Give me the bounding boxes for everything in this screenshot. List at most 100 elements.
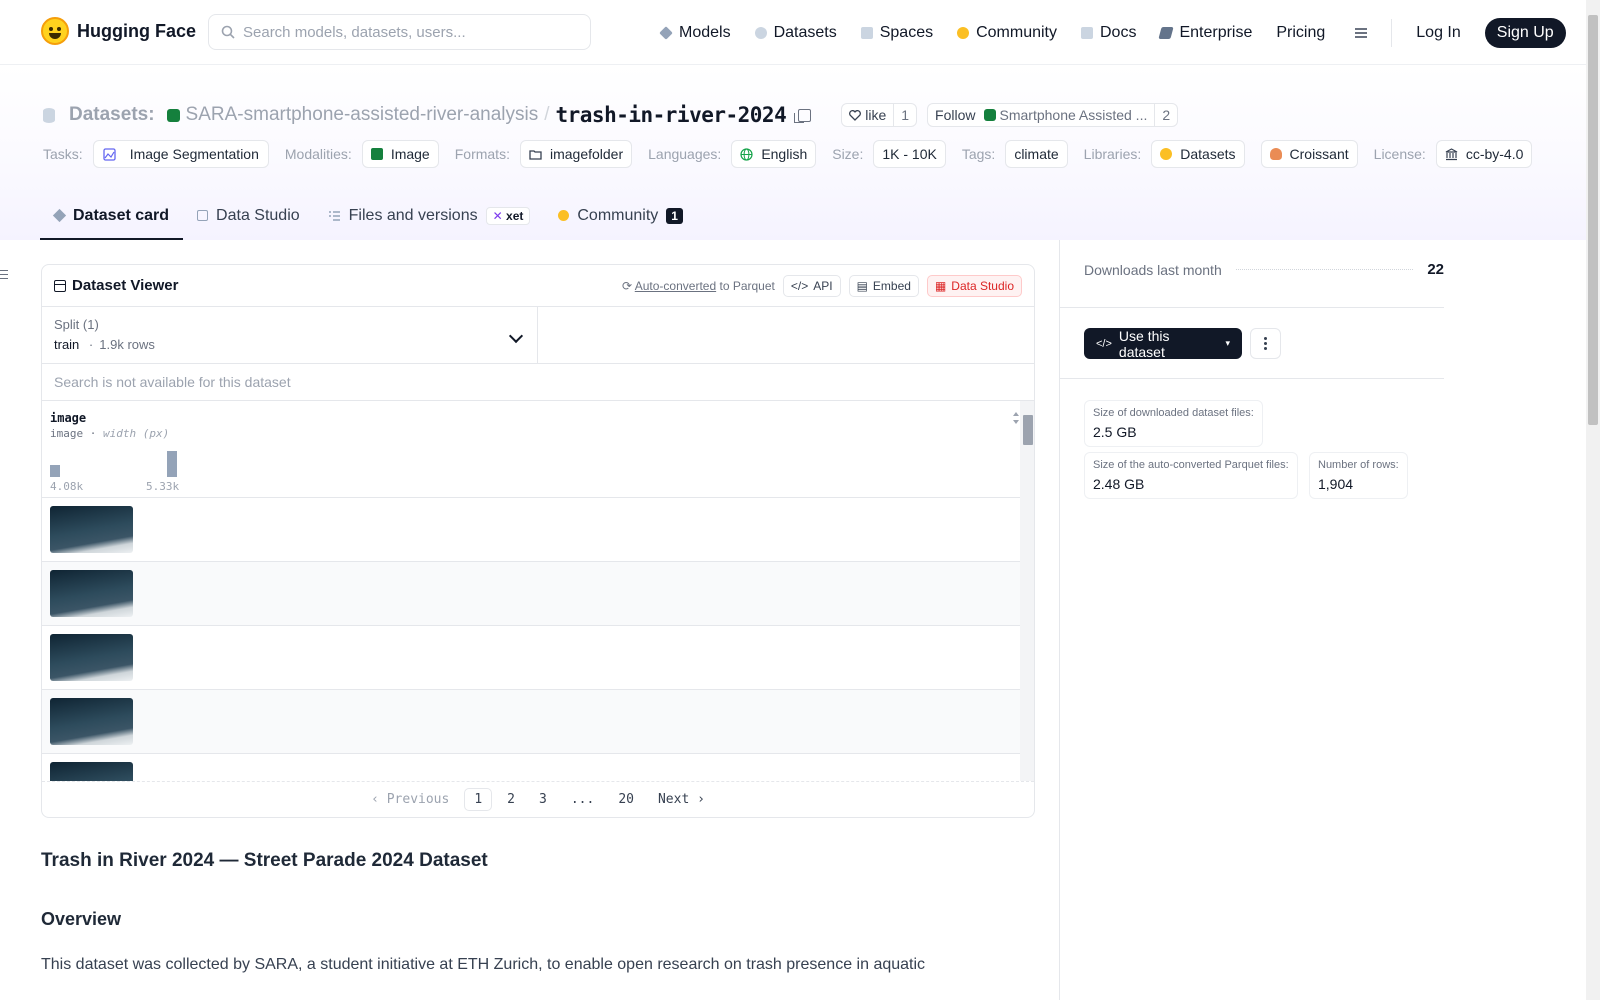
org-link[interactable]: SARA-smartphone-assisted-river-analysis (186, 104, 539, 126)
download-size-label: Size of downloaded dataset files: (1093, 407, 1254, 419)
previous-page-button[interactable]: ‹ Previous (362, 789, 458, 810)
histogram-bar[interactable] (167, 451, 177, 477)
data-studio-icon: ▦ (934, 278, 947, 293)
nav-divider (1391, 19, 1393, 47)
modality-tag[interactable]: Image (361, 140, 439, 168)
repo-tabs: Dataset card Data Studio Files and versi… (40, 193, 697, 240)
image-thumbnail[interactable] (50, 762, 133, 781)
repo-name: trash-in-river-2024 (555, 103, 787, 127)
libraries-label: Libraries: (1083, 146, 1142, 162)
nav-models[interactable]: Models (659, 24, 731, 42)
more-options-button[interactable] (1250, 328, 1281, 359)
sort-icon[interactable] (1012, 411, 1020, 425)
embed-icon: ▤ (856, 278, 868, 293)
climate-tag[interactable]: climate (1005, 140, 1068, 168)
size-tag[interactable]: 1K - 10K (873, 140, 946, 168)
page-3-button[interactable]: 3 (530, 789, 556, 810)
license-tag[interactable]: cc-by-4.0 (1435, 140, 1533, 168)
brand-logo-link[interactable]: Hugging Face (41, 17, 196, 45)
tab-files[interactable]: Files and versions ✕ xet (314, 193, 545, 240)
auto-converted-link[interactable]: Auto-converted (635, 279, 716, 293)
nav-spaces-label: Spaces (879, 24, 934, 41)
page-scrollbar-thumb[interactable] (1588, 15, 1598, 425)
tasks-label: Tasks: (43, 146, 83, 162)
table-row[interactable] (42, 498, 1034, 562)
more-menu-icon[interactable] (1349, 27, 1368, 39)
table-grid-icon (54, 279, 66, 292)
table-row[interactable] (42, 626, 1034, 690)
table-scrollbar[interactable] (1020, 401, 1034, 781)
tab-community[interactable]: Community 1 (544, 193, 697, 240)
like-button[interactable]: like 1 (841, 103, 918, 127)
page-1-button[interactable]: 1 (464, 788, 493, 811)
folder-icon (529, 149, 542, 160)
embed-button[interactable]: ▤ Embed (848, 274, 919, 297)
croissant-icon (1269, 148, 1282, 160)
histogram-min-label: 4.08k (50, 480, 84, 493)
search-box[interactable] (208, 14, 591, 50)
api-button[interactable]: </> API (782, 274, 841, 297)
dot-icon (1264, 347, 1267, 350)
page-scrollbar[interactable] (1586, 0, 1600, 1000)
column-name: image (50, 411, 87, 425)
repo-type-link[interactable]: Datasets: (69, 104, 155, 126)
nav-pricing[interactable]: Pricing (1276, 24, 1325, 42)
menu-line-icon (1355, 28, 1368, 30)
page-2-button[interactable]: 2 (498, 789, 524, 810)
tab-data-studio[interactable]: Data Studio (183, 193, 314, 240)
split-selector[interactable]: Split (1) train · 1.9k rows (42, 307, 538, 363)
histogram-bar[interactable] (50, 465, 60, 477)
nav-datasets[interactable]: Datasets (754, 24, 837, 42)
repo-title-row: Datasets: SARA-smartphone-assisted-river… (43, 103, 1179, 127)
nav-community[interactable]: Community (957, 24, 1057, 42)
format-tag[interactable]: imagefolder (519, 140, 633, 168)
models-icon (659, 26, 673, 40)
metadata-tags: Tasks: Image Segmentation Modalities: Im… (43, 140, 1540, 168)
chevron-down-icon: ▾ (1225, 338, 1230, 348)
image-thumbnail[interactable] (50, 570, 133, 617)
next-page-button[interactable]: Next › (649, 789, 714, 810)
nav-enterprise[interactable]: Enterprise (1158, 24, 1252, 42)
toggle-line-icon (0, 278, 8, 279)
side-divider (1060, 307, 1444, 308)
follow-button[interactable]: Follow Smartphone Assisted ... 2 (927, 103, 1179, 127)
scrollbar-thumb[interactable] (1023, 415, 1033, 445)
data-studio-button[interactable]: ▦ Data Studio (926, 274, 1022, 297)
table-row[interactable] (42, 690, 1034, 754)
license-tag-label: cc-by-4.0 (1465, 146, 1524, 162)
login-link[interactable]: Log In (1416, 24, 1460, 42)
page-20-button[interactable]: 20 (609, 789, 643, 810)
library-croissant-tag[interactable]: Croissant (1260, 140, 1358, 168)
formats-label: Formats: (454, 146, 510, 162)
image-thumbnail[interactable] (50, 634, 133, 681)
downloads-label: Downloads last month (1084, 261, 1222, 278)
dataset-icon (43, 107, 55, 123)
org-avatar (166, 108, 180, 122)
nav-docs[interactable]: Docs (1081, 24, 1136, 42)
sidebar-toggle-icon[interactable] (0, 270, 8, 282)
copy-icon[interactable] (794, 108, 812, 123)
brand-name: Hugging Face (77, 20, 197, 41)
library-croissant-label: Croissant (1289, 146, 1349, 162)
image-thumbnail[interactable] (50, 506, 133, 553)
image-segmentation-icon (103, 147, 116, 161)
overview-heading: Overview (41, 909, 122, 929)
xet-mark-icon: ✕ (492, 208, 503, 223)
table-row[interactable] (42, 754, 1034, 781)
signup-button[interactable]: Sign Up (1484, 18, 1566, 48)
rows-label: Number of rows: (1318, 459, 1399, 471)
nav-spaces[interactable]: Spaces (860, 24, 934, 42)
use-dataset-button[interactable]: </> Use this dataset ▾ (1084, 328, 1242, 360)
tab-dataset-card[interactable]: Dataset card (40, 193, 184, 240)
viewer-title-label: Dataset Viewer (72, 277, 179, 294)
search-input[interactable] (243, 23, 573, 41)
language-tag[interactable]: English (731, 140, 817, 168)
column-header-image[interactable]: image image · width (px) 4.08k 5.33k (42, 401, 1034, 498)
task-tag[interactable]: Image Segmentation (92, 140, 269, 168)
image-thumbnail[interactable] (50, 698, 133, 745)
dataset-viewer: Dataset Viewer ⟳ Auto-converted to Parqu… (41, 264, 1035, 818)
side-divider (1060, 378, 1444, 379)
column-type-name: image (50, 427, 84, 440)
library-datasets-tag[interactable]: Datasets (1151, 140, 1245, 168)
table-row[interactable] (42, 562, 1034, 626)
